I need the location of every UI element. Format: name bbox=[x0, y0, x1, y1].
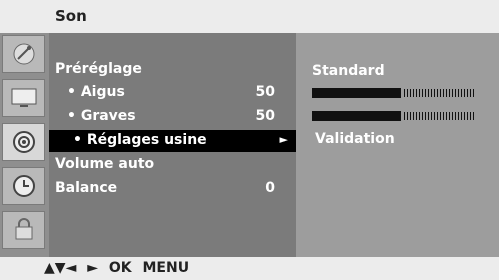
menu-item-factory-reset[interactable]: • Réglages usine ► bbox=[49, 130, 296, 152]
menu-item-value: 50 bbox=[255, 84, 275, 100]
menu-item-auto-volume[interactable]: Volume auto bbox=[49, 154, 296, 176]
menu-item-balance[interactable]: Balance 0 bbox=[49, 178, 296, 200]
menu-item-bass[interactable]: • Graves 50 bbox=[49, 106, 296, 128]
menu-item-label: Volume auto bbox=[55, 156, 155, 172]
sidebar-item-sound[interactable] bbox=[2, 123, 45, 161]
menu-item-preset[interactable]: Préréglage bbox=[49, 59, 296, 81]
sound-menu: Préréglage • Aigus 50 • Graves 50 • Régl… bbox=[49, 33, 296, 257]
sidebar-item-channel[interactable] bbox=[2, 35, 45, 73]
level-bar-ticks bbox=[404, 112, 474, 120]
menu-item-label: • Graves bbox=[67, 108, 136, 124]
submenu-panel: Standard Validation bbox=[296, 33, 499, 257]
lock-icon bbox=[15, 218, 32, 240]
level-bar-fill bbox=[312, 88, 402, 98]
title-bar: Son bbox=[0, 0, 499, 33]
menu-item-label: Préréglage bbox=[55, 61, 142, 77]
ok-hint: OK bbox=[108, 260, 132, 276]
menu-item-label: Balance bbox=[55, 180, 118, 196]
level-bar-bass bbox=[312, 111, 474, 121]
right-arrow-icon: ► bbox=[279, 133, 288, 146]
level-bar-ticks bbox=[404, 89, 474, 97]
left-arrow-icon: ◄ bbox=[65, 260, 77, 276]
level-bar-fill bbox=[312, 111, 402, 121]
sidebar-item-lock[interactable] bbox=[2, 211, 45, 249]
tv-screen-icon bbox=[11, 88, 36, 107]
menu-item-label: • Aigus bbox=[67, 84, 125, 100]
nav-hint-bar: ▲▼◄ ► OK MENU bbox=[0, 257, 499, 280]
menu-item-treble[interactable]: • Aigus 50 bbox=[49, 82, 296, 104]
menu-item-value: 0 bbox=[265, 180, 275, 196]
sidebar bbox=[0, 33, 49, 257]
submenu-title[interactable]: Standard bbox=[312, 63, 385, 79]
sidebar-item-time[interactable] bbox=[2, 167, 45, 205]
menu-item-label: • Réglages usine bbox=[73, 132, 207, 148]
up-arrow-icon: ▲ bbox=[44, 260, 55, 276]
validation-option[interactable]: Validation bbox=[315, 131, 395, 147]
nav-hints: ▲▼◄ ► OK MENU bbox=[44, 260, 195, 276]
osd-screen: Son Préréglage • Aigus 50 • Graves 50 • … bbox=[0, 0, 499, 280]
menu-item-value: 50 bbox=[255, 108, 275, 124]
menu-title: Son bbox=[55, 7, 87, 25]
sidebar-item-picture[interactable] bbox=[2, 79, 45, 117]
right-arrow-icon: ► bbox=[87, 260, 98, 276]
level-bar-treble bbox=[312, 88, 474, 98]
menu-hint: MENU bbox=[142, 260, 190, 276]
down-arrow-icon: ▼ bbox=[54, 260, 66, 276]
clock-icon bbox=[12, 175, 35, 197]
speaker-icon bbox=[12, 131, 35, 153]
satellite-icon bbox=[13, 43, 34, 65]
